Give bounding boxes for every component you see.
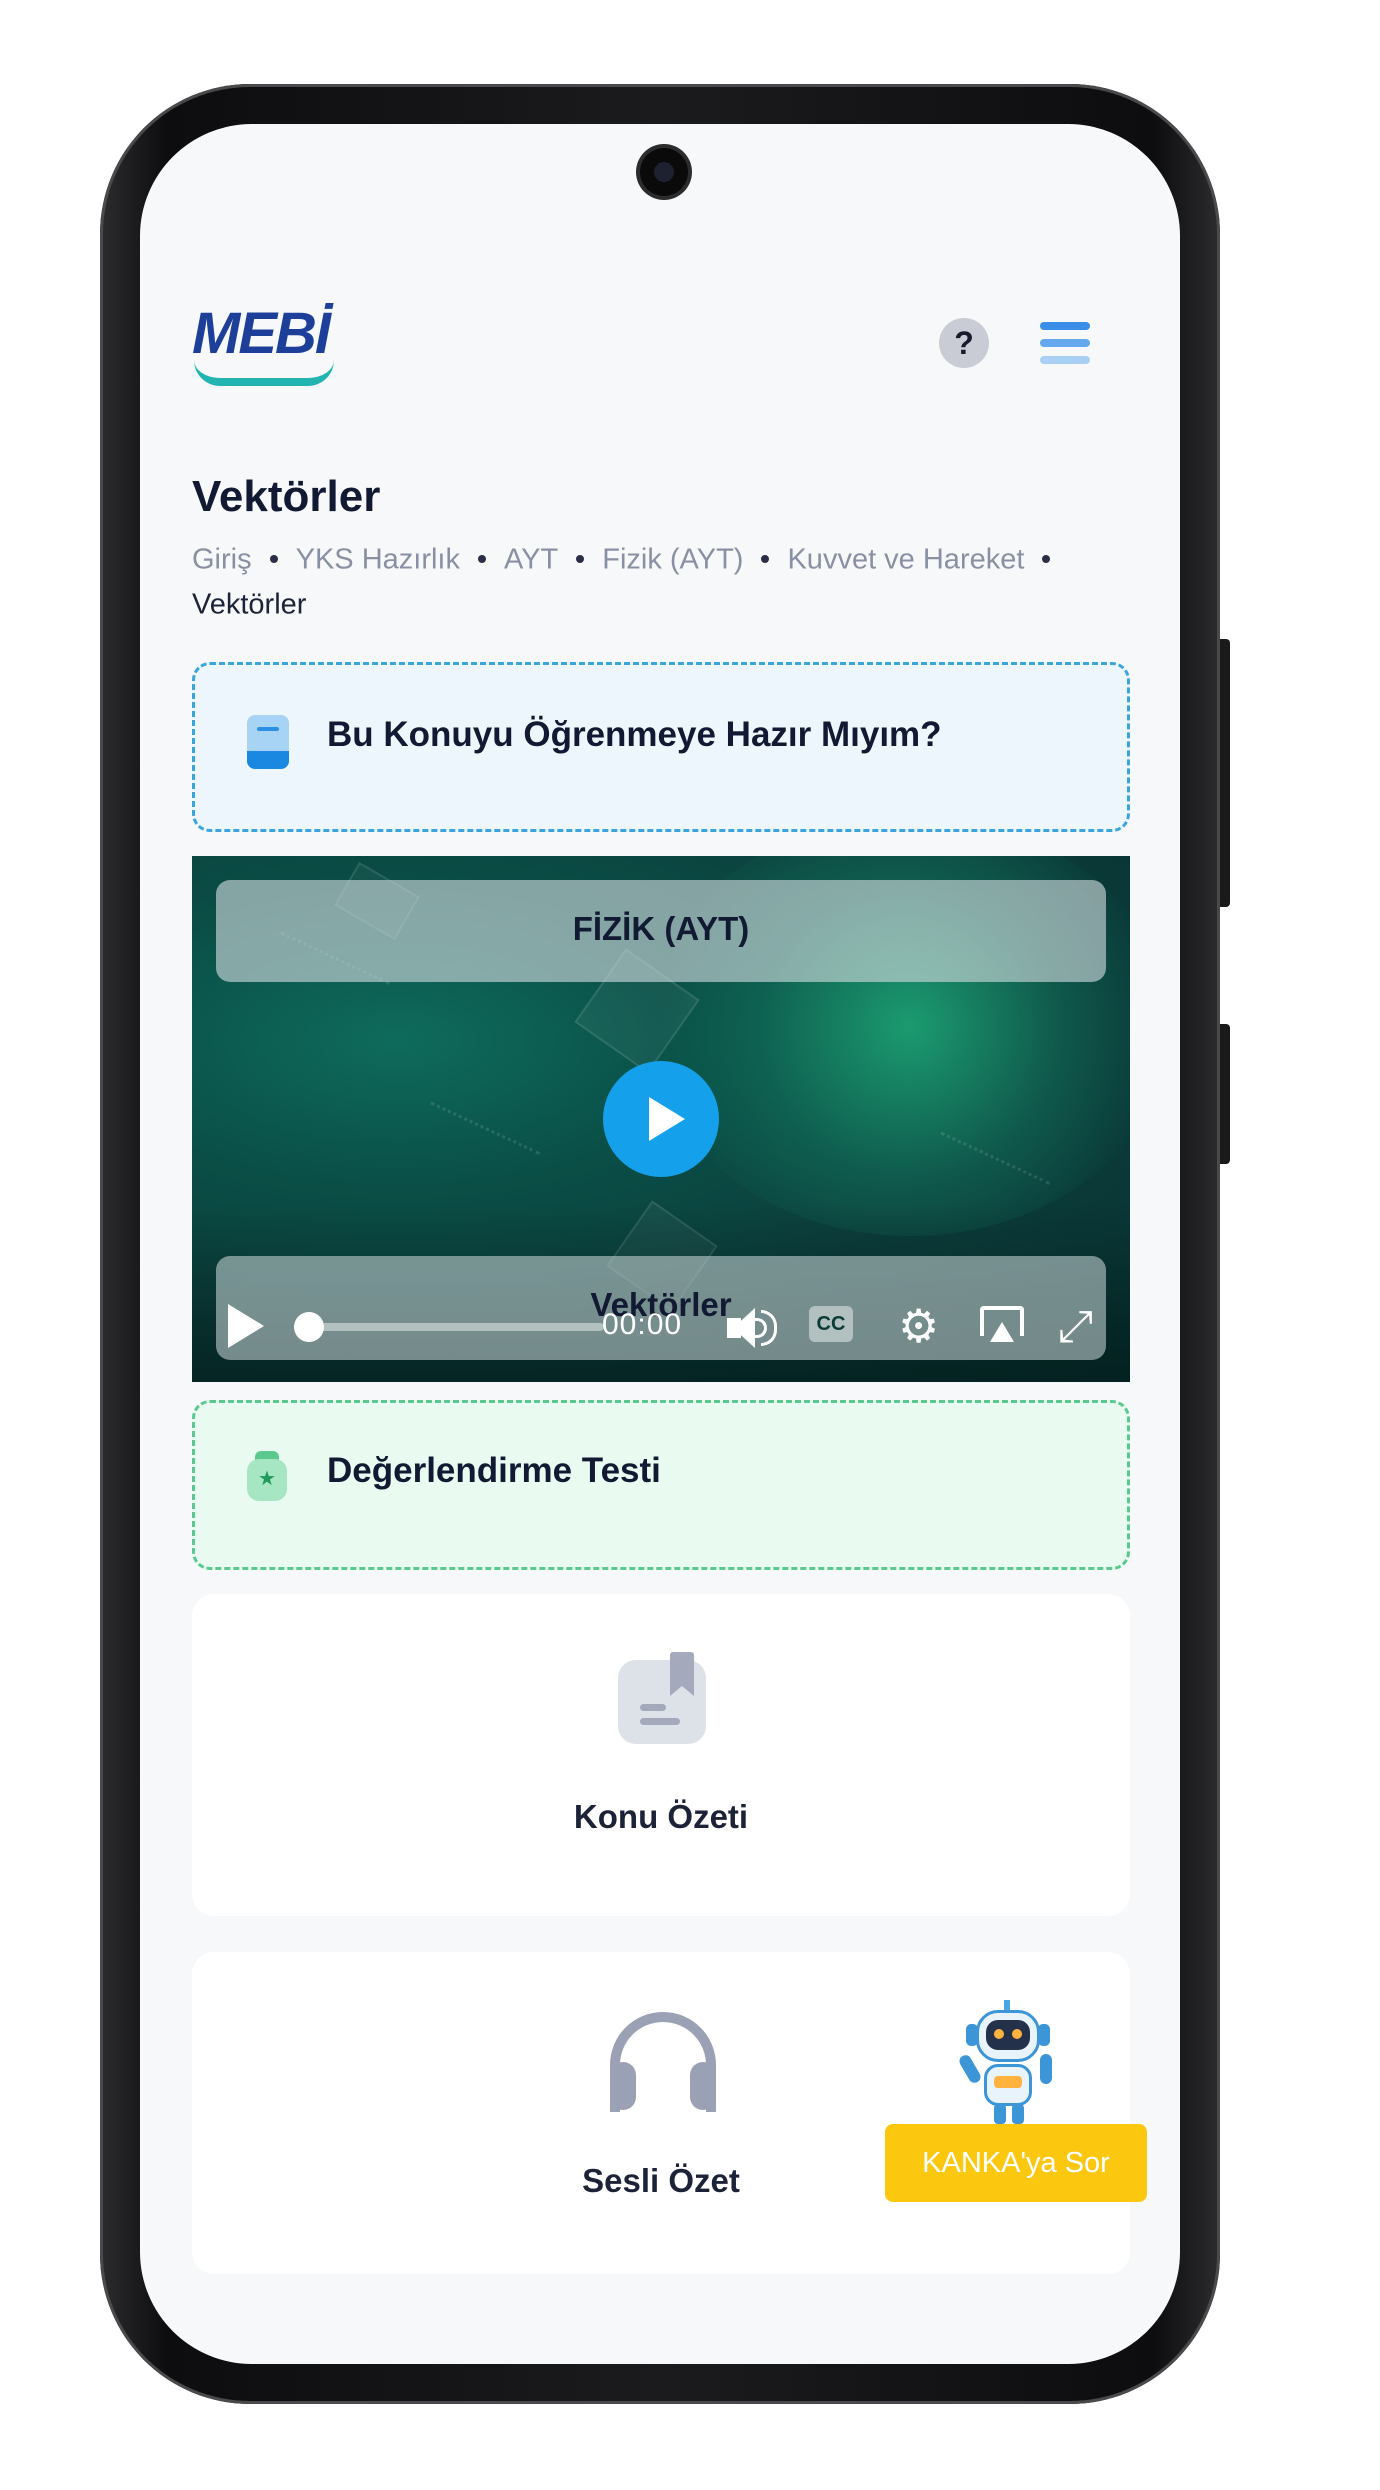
readiness-card[interactable]: Bu Konuyu Öğrenmeye Hazır Mıyım?: [192, 662, 1130, 832]
breadcrumb-item-giris[interactable]: Giriş: [192, 543, 252, 575]
breadcrumb: Giriş YKS Hazırlık AYT Fizik (AYT) Kuvvet ve…: [192, 536, 1102, 627]
mebi-logo[interactable]: MEBİ: [192, 300, 342, 392]
ask-kanka-button[interactable]: KANKA'ya Sor: [885, 2124, 1147, 2202]
breadcrumb-separator: [576, 555, 585, 564]
captions-icon[interactable]: CC: [809, 1306, 853, 1342]
screen: MEBİ ? Vektörler Giriş YKS Hazırlık AYT Fiz…: [140, 124, 1180, 2364]
video-player[interactable]: FİZİK (AYT) Vektörler 00:00 CC ⚙ ⤢: [192, 856, 1130, 1382]
progress-bar[interactable]: [304, 1323, 604, 1331]
front-camera: [640, 148, 688, 196]
power-side-button: [1220, 1024, 1230, 1164]
topic-summary-tile[interactable]: Konu Özeti: [192, 1594, 1130, 1916]
video-course-title: FİZİK (AYT): [572, 910, 750, 947]
help-button[interactable]: ?: [939, 318, 989, 368]
topic-summary-label: Konu Özeti: [573, 1798, 749, 1835]
breadcrumb-item-kuvvet[interactable]: Kuvvet ve Hareket: [787, 543, 1024, 575]
play-icon[interactable]: [228, 1304, 264, 1348]
book-icon: [247, 715, 289, 769]
assessment-test-card[interactable]: ★ Değerlendirme Testi: [192, 1400, 1130, 1570]
breadcrumb-item-fizik[interactable]: Fizik (AYT): [602, 543, 743, 575]
readiness-card-label: Bu Konuyu Öğrenmeye Hazır Mıyım?: [327, 715, 942, 754]
progress-knob[interactable]: [294, 1312, 324, 1342]
breadcrumb-item-ayt[interactable]: AYT: [504, 543, 558, 575]
volume-side-button: [1220, 639, 1230, 907]
time-readout: 00:00: [602, 1308, 683, 1341]
airplay-icon[interactable]: [980, 1306, 1024, 1346]
breadcrumb-separator: [761, 555, 770, 564]
hamburger-menu-icon[interactable]: [1040, 322, 1090, 364]
video-deco-zigzag: [423, 1101, 541, 1169]
phone-frame: MEBİ ? Vektörler Giriş YKS Hazırlık AYT Fiz…: [100, 84, 1230, 2404]
breadcrumb-separator: [269, 555, 278, 564]
assessment-test-label: Değerlendirme Testi: [327, 1451, 661, 1490]
headphones-icon: [610, 2012, 716, 2112]
logo-text: MEBİ: [192, 301, 331, 366]
breadcrumb-item-yks[interactable]: YKS Hazırlık: [296, 543, 460, 575]
breadcrumb-separator: [477, 555, 486, 564]
settings-icon[interactable]: ⚙: [898, 1300, 939, 1352]
logo-smile: [194, 360, 334, 386]
badge-icon: ★: [247, 1451, 287, 1501]
page-title: Vektörler: [192, 472, 381, 521]
fullscreen-icon[interactable]: ⤢: [1058, 1302, 1093, 1352]
robot-icon[interactable]: [957, 2000, 1056, 2124]
document-bookmark-icon: [618, 1652, 708, 1744]
breadcrumb-separator: [1042, 555, 1051, 564]
video-title-band: FİZİK (AYT): [216, 880, 1106, 982]
big-play-icon[interactable]: [603, 1061, 719, 1177]
video-controls: 00:00 CC ⚙ ⤢: [192, 1296, 1130, 1356]
breadcrumb-item-current: Vektörler: [192, 588, 307, 621]
volume-icon[interactable]: [727, 1308, 777, 1348]
